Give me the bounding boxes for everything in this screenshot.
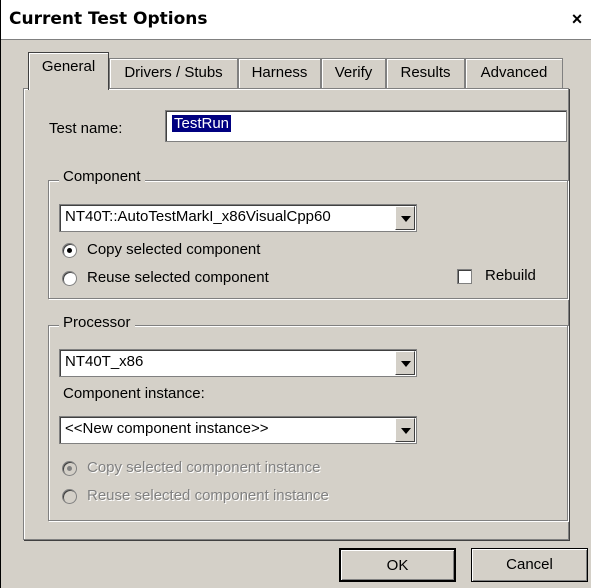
chevron-down-icon[interactable] [395, 206, 415, 230]
reuse-component-radio[interactable] [62, 271, 77, 286]
copy-instance-radio[interactable] [62, 461, 77, 476]
tab-label: Harness [251, 64, 308, 81]
component-select-value: NT40T::AutoTestMarkI_x86VisualCpp60 [65, 208, 331, 225]
dialog-title: Current Test Options [9, 9, 208, 29]
processor-select[interactable]: NT40T_x86 [59, 349, 417, 377]
chevron-down-icon[interactable] [395, 351, 415, 375]
component-instance-label: Component instance: [63, 385, 205, 402]
cancel-button[interactable]: Cancel [471, 548, 588, 582]
tab-label: Advanced [480, 64, 548, 81]
tab-results[interactable]: Results [386, 58, 465, 88]
processor-legend: Processor [59, 314, 135, 331]
title-bar[interactable]: Current Test Options × [1, 0, 591, 40]
copy-component-label[interactable]: Copy selected component [87, 241, 260, 258]
component-instance-select-value: <<New component instance>> [65, 420, 269, 437]
reuse-component-label[interactable]: Reuse selected component [87, 269, 269, 286]
reuse-instance-label: Reuse selected component instance [87, 487, 329, 504]
rebuild-label[interactable]: Rebuild [485, 267, 536, 284]
tab-label: Verify [334, 64, 373, 81]
dialog-window: Current Test Options × General Drivers /… [0, 0, 591, 588]
close-icon[interactable]: × [567, 9, 587, 29]
tab-drivers-stubs[interactable]: Drivers / Stubs [109, 58, 238, 88]
copy-instance-label: Copy selected component instance [87, 459, 321, 476]
copy-component-radio[interactable] [62, 243, 77, 258]
tab-label: General [41, 58, 96, 75]
component-legend: Component [59, 168, 145, 185]
rebuild-checkbox[interactable] [457, 269, 472, 284]
tab-verify[interactable]: Verify [321, 58, 386, 88]
reuse-instance-radio[interactable] [62, 489, 77, 504]
component-select[interactable]: NT40T::AutoTestMarkI_x86VisualCpp60 [59, 204, 417, 232]
test-name-input[interactable]: TestRun [165, 110, 567, 142]
tab-harness[interactable]: Harness [238, 58, 321, 88]
ok-button[interactable]: OK [339, 548, 456, 582]
test-name-label: Test name: [49, 120, 123, 137]
tab-advanced[interactable]: Advanced [465, 58, 563, 88]
tab-label: Results [400, 64, 451, 81]
test-name-value: TestRun [172, 115, 232, 132]
tab-general[interactable]: General [28, 52, 109, 90]
component-instance-select[interactable]: <<New component instance>> [59, 416, 417, 444]
chevron-down-icon[interactable] [395, 418, 415, 442]
tab-label: Drivers / Stubs [124, 64, 223, 81]
processor-select-value: NT40T_x86 [65, 353, 144, 370]
